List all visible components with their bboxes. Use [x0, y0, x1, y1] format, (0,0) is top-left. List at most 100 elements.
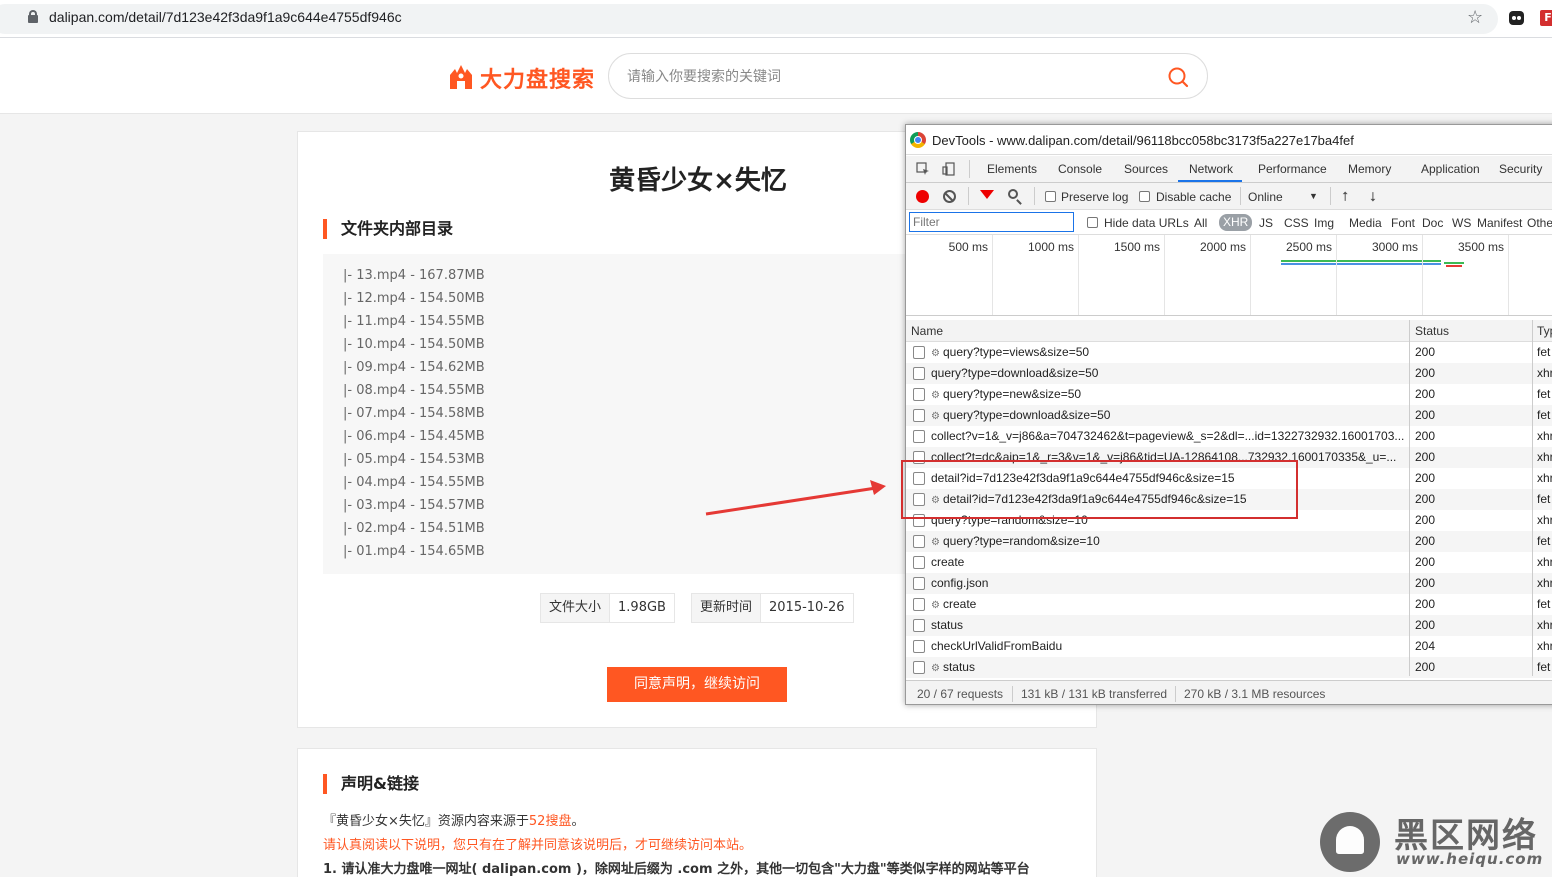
- request-name-cell[interactable]: ⚙ create: [931, 594, 1411, 616]
- request-type-icon: [913, 535, 925, 548]
- filter-type-xhr[interactable]: XHR: [1219, 214, 1253, 231]
- filter-type-js[interactable]: JS: [1259, 216, 1273, 230]
- summary-separator: [1175, 686, 1176, 702]
- bookmark-star-icon[interactable]: ☆: [1467, 7, 1483, 28]
- request-name: query?type=random&size=10: [942, 534, 1100, 548]
- toolbar-separator: [1330, 187, 1331, 205]
- tab-sources[interactable]: Sources: [1124, 162, 1168, 176]
- request-row[interactable]: ⚙ status 200 fet: [906, 657, 1552, 678]
- export-har-icon[interactable]: ⭣: [1370, 189, 1376, 205]
- request-row[interactable]: checkUrlValidFromBaidu 204 xhr: [906, 636, 1552, 657]
- chevron-down-icon[interactable]: ▼: [1309, 191, 1318, 201]
- filter-type-doc[interactable]: Doc: [1422, 216, 1443, 230]
- source-link[interactable]: 52搜盘: [529, 814, 572, 829]
- request-row[interactable]: ⚙ query?type=views&size=50 200 fet: [906, 342, 1552, 363]
- filter-type-manifest[interactable]: Manifest: [1477, 216, 1522, 230]
- filter-bar: Hide data URLs All XHR JS CSS Img Media Font Do…: [906, 211, 1552, 235]
- filter-type-media[interactable]: Media: [1349, 216, 1382, 230]
- request-row[interactable]: ⚙ query?type=random&size=10 200 fet: [906, 531, 1552, 552]
- request-name-cell[interactable]: create: [931, 552, 1411, 573]
- request-row[interactable]: ⚙ query?type=new&size=50 200 fet: [906, 384, 1552, 405]
- request-name-cell[interactable]: ⚙ query?type=download&size=50: [931, 405, 1411, 427]
- inspect-element-icon[interactable]: [916, 162, 930, 176]
- tab-network[interactable]: Network: [1189, 162, 1233, 176]
- url-text[interactable]: dalipan.com/detail/7d123e42f3da9f1a9c644…: [49, 9, 402, 25]
- clear-icon[interactable]: [943, 190, 956, 203]
- timeline-gridline: [1250, 235, 1251, 315]
- tab-security[interactable]: Security: [1499, 162, 1542, 176]
- filter-type-img[interactable]: Img: [1314, 216, 1334, 230]
- request-name-cell[interactable]: ⚙ query?type=random&size=10: [931, 531, 1411, 553]
- search-network-icon[interactable]: [1008, 189, 1018, 199]
- filter-type-all[interactable]: All: [1194, 216, 1207, 230]
- column-divider[interactable]: [1532, 320, 1533, 676]
- preserve-log-label[interactable]: Preserve log: [1061, 190, 1128, 204]
- tab-performance[interactable]: Performance: [1258, 162, 1327, 176]
- request-name-cell[interactable]: checkUrlValidFromBaidu: [931, 636, 1411, 657]
- request-name: query?type=new&size=50: [942, 387, 1082, 401]
- service-worker-gear-icon: ⚙: [931, 411, 940, 422]
- hide-data-urls-checkbox[interactable]: [1087, 217, 1098, 228]
- request-row[interactable]: status 200 xhr: [906, 615, 1552, 636]
- site-logo-text[interactable]: 大力盘搜索: [480, 62, 595, 94]
- request-type-icon: [913, 388, 925, 401]
- extension-icon[interactable]: [1509, 11, 1524, 25]
- timeline-bar: [1446, 265, 1462, 267]
- record-icon[interactable]: [916, 190, 929, 203]
- active-tab-indicator: [1178, 180, 1242, 182]
- tab-memory[interactable]: Memory: [1348, 162, 1391, 176]
- request-name-cell[interactable]: ⚙ status: [931, 657, 1411, 679]
- request-name-cell[interactable]: ⚙ query?type=views&size=50: [931, 342, 1411, 364]
- request-row[interactable]: collect?v=1&_v=j86&a=704732462&t=pagevie…: [906, 426, 1552, 447]
- timeline-gridline: [1508, 235, 1509, 315]
- name-column-header[interactable]: Name: [911, 320, 943, 342]
- request-type: xhr: [1537, 366, 1552, 380]
- request-name: checkUrlValidFromBaidu: [931, 639, 1063, 653]
- file-size-meta: 文件大小 1.98GB: [540, 593, 675, 623]
- request-row[interactable]: query?type=download&size=50 200 xhr: [906, 363, 1552, 384]
- request-name-cell[interactable]: collect?v=1&_v=j86&a=704732462&t=pagevie…: [931, 426, 1411, 447]
- tab-application[interactable]: Application: [1421, 162, 1480, 176]
- agree-continue-button[interactable]: 同意声明，继续访问: [607, 667, 787, 702]
- request-name-cell[interactable]: ⚙ query?type=new&size=50: [931, 384, 1411, 406]
- extension-f-icon[interactable]: F: [1540, 10, 1552, 26]
- disable-cache-label[interactable]: Disable cache: [1156, 190, 1231, 204]
- request-name-cell[interactable]: status: [931, 615, 1411, 636]
- search-icon[interactable]: [1167, 66, 1189, 88]
- request-name: query?type=download&size=50: [931, 366, 1099, 380]
- filter-type-other[interactable]: Other: [1527, 216, 1552, 230]
- updated-time-meta: 更新时间 2015-10-26: [691, 593, 854, 623]
- type-column-header[interactable]: Typ: [1537, 320, 1552, 342]
- request-name-cell[interactable]: config.json: [931, 573, 1411, 594]
- import-har-icon[interactable]: ⭡: [1342, 189, 1348, 205]
- preserve-log-checkbox[interactable]: [1045, 191, 1056, 202]
- filter-type-ws[interactable]: WS: [1452, 216, 1471, 230]
- request-row[interactable]: config.json 200 xhr: [906, 573, 1552, 594]
- disable-cache-checkbox[interactable]: [1139, 191, 1150, 202]
- filter-icon[interactable]: [980, 190, 994, 199]
- request-type-icon: [913, 577, 925, 590]
- timeline-tick-label: 500 ms: [948, 240, 988, 254]
- logo-icon[interactable]: [447, 63, 475, 89]
- lock-icon[interactable]: [28, 10, 38, 23]
- throttling-select[interactable]: Online: [1248, 190, 1283, 204]
- request-name: query?type=views&size=50: [942, 345, 1090, 359]
- request-row[interactable]: ⚙ create 200 fet: [906, 594, 1552, 615]
- request-row[interactable]: create 200 xhr: [906, 552, 1552, 573]
- column-divider[interactable]: [1409, 320, 1410, 676]
- timeline-bar: [1444, 262, 1464, 264]
- request-row[interactable]: ⚙ query?type=download&size=50 200 fet: [906, 405, 1552, 426]
- timeline-overview[interactable]: 500 ms 1000 ms 1500 ms 2000 ms 2500 ms 3000 m…: [906, 235, 1552, 316]
- filter-type-css[interactable]: CSS: [1284, 216, 1309, 230]
- status-column-header[interactable]: Status: [1415, 320, 1449, 342]
- search-input[interactable]: [627, 66, 1147, 88]
- hide-data-urls-label[interactable]: Hide data URLs: [1104, 216, 1189, 230]
- service-worker-gear-icon: ⚙: [931, 348, 940, 359]
- request-name-cell[interactable]: query?type=download&size=50: [931, 363, 1411, 384]
- tab-elements[interactable]: Elements: [987, 162, 1037, 176]
- device-toolbar-icon[interactable]: [942, 162, 956, 176]
- filter-input[interactable]: [909, 212, 1074, 232]
- tab-console[interactable]: Console: [1058, 162, 1102, 176]
- filter-type-font[interactable]: Font: [1391, 216, 1415, 230]
- devtools-titlebar[interactable]: DevTools - www.dalipan.com/detail/96118b…: [906, 125, 1552, 155]
